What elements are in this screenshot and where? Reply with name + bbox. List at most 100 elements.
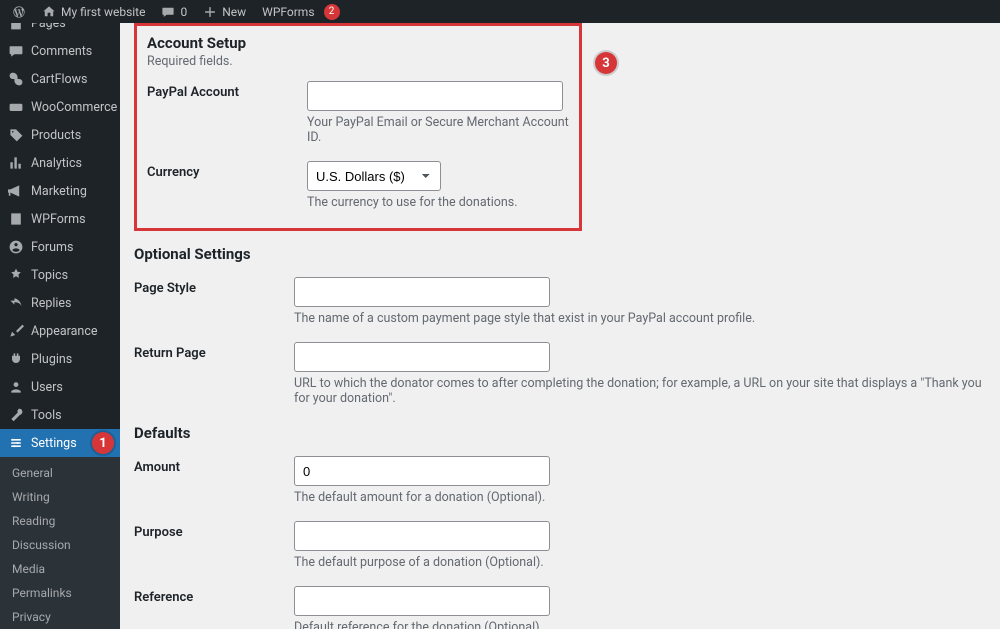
return-page-input[interactable]: [294, 342, 550, 372]
optional-settings-heading: Optional Settings: [134, 245, 982, 263]
topic-icon: [8, 267, 24, 283]
account-setup-section: 3 Account Setup Required fields. PayPal …: [134, 23, 582, 231]
sidebar-item-topics[interactable]: Topics: [0, 261, 120, 289]
page-style-label: Page Style: [134, 265, 294, 330]
sidebar-item-appearance[interactable]: Appearance: [0, 317, 120, 345]
sidebar-item-marketing[interactable]: Marketing: [0, 177, 120, 205]
submenu-discussion[interactable]: Discussion: [0, 533, 120, 557]
sidebar-item-label: Plugins: [31, 352, 72, 367]
required-note: Required fields.: [147, 54, 569, 69]
sidebar-item-analytics[interactable]: Analytics: [0, 149, 120, 177]
megaphone-icon: [8, 183, 24, 199]
cartflows-icon: [8, 71, 24, 87]
plus-icon: [203, 5, 217, 19]
replies-icon: [8, 295, 24, 311]
woo-icon: [8, 99, 24, 115]
sidebar-item-label: Replies: [31, 296, 72, 311]
reference-label: Reference: [134, 574, 294, 629]
sidebar-item-replies[interactable]: Replies: [0, 289, 120, 317]
sidebar-item-label: Forums: [31, 240, 73, 255]
content-wrap: 3 Account Setup Required fields. PayPal …: [120, 23, 1000, 629]
currency-label: Currency: [147, 149, 307, 214]
submenu-permalinks[interactable]: Permalinks: [0, 581, 120, 605]
sidebar-item-label: Analytics: [31, 156, 82, 171]
wpforms-link[interactable]: WPForms 2: [254, 0, 347, 23]
amount-input[interactable]: [294, 456, 550, 486]
currency-desc: The currency to use for the donations.: [307, 195, 569, 210]
paypal-account-desc: Your PayPal Email or Secure Merchant Acc…: [307, 115, 569, 145]
sidebar-item-label: Users: [31, 380, 63, 395]
sidebar-item-label: Products: [31, 128, 81, 143]
settings-icon: [8, 435, 24, 451]
comments-count-label: 0: [180, 5, 187, 19]
callout-3: 3: [595, 52, 617, 74]
purpose-desc: The default purpose of a donation (Optio…: [294, 555, 982, 570]
wordpress-icon: [12, 5, 26, 19]
sidebar-item-label: WPForms: [31, 212, 86, 227]
amount-desc: The default amount for a donation (Optio…: [294, 490, 982, 505]
paypal-account-input[interactable]: [307, 81, 563, 111]
sidebar-item-comments[interactable]: Comments: [0, 37, 120, 65]
submenu-privacy[interactable]: Privacy: [0, 605, 120, 629]
plugin-icon: [8, 351, 24, 367]
forum-icon: [8, 239, 24, 255]
new-content-link[interactable]: New: [195, 0, 254, 23]
wpforms-label: WPForms: [262, 5, 314, 19]
new-content-label: New: [222, 5, 246, 19]
settings-submenu: General Writing Reading Discussion Media…: [0, 457, 120, 629]
comment-icon: [161, 5, 175, 19]
sidebar-item-wpforms[interactable]: WPForms: [0, 205, 120, 233]
sidebar-item-label: Appearance: [31, 324, 98, 339]
sidebar-item-settings[interactable]: Settings 1: [0, 429, 120, 457]
page-style-desc: The name of a custom payment page style …: [294, 311, 982, 326]
page-icon: [8, 23, 24, 31]
sidebar-item-pages[interactable]: Pages: [0, 23, 120, 37]
currency-select[interactable]: U.S. Dollars ($): [307, 161, 441, 191]
account-setup-heading: Account Setup: [147, 34, 569, 52]
users-icon: [8, 379, 24, 395]
sidebar-item-label: Marketing: [31, 184, 87, 199]
callout-1: 1: [92, 432, 114, 454]
wpforms-badge: 2: [324, 4, 340, 20]
tag-icon: [8, 127, 24, 143]
reference-input[interactable]: [294, 586, 550, 616]
chart-icon: [8, 155, 24, 171]
purpose-input[interactable]: [294, 521, 550, 551]
sidebar-item-users[interactable]: Users: [0, 373, 120, 401]
admin-bar: My first website 0 New WPForms 2: [0, 0, 1000, 23]
sidebar-item-label: Settings: [31, 436, 77, 451]
site-name-label: My first website: [61, 5, 145, 19]
comments-link[interactable]: 0: [153, 0, 195, 23]
admin-sidebar: Pages Comments CartFlows WooCommerce Pro…: [0, 23, 120, 629]
sidebar-item-label: Topics: [31, 268, 68, 283]
sidebar-item-woocommerce[interactable]: WooCommerce: [0, 93, 120, 121]
page-style-input[interactable]: [294, 277, 550, 307]
sidebar-item-label: Pages: [31, 23, 66, 31]
sidebar-item-label: Tools: [31, 408, 62, 423]
sidebar-item-label: Comments: [31, 44, 92, 59]
sidebar-item-label: CartFlows: [31, 72, 88, 87]
submenu-reading[interactable]: Reading: [0, 509, 120, 533]
submenu-general[interactable]: General: [0, 461, 120, 485]
sidebar-item-label: WooCommerce: [31, 100, 117, 115]
sidebar-item-plugins[interactable]: Plugins: [0, 345, 120, 373]
return-page-label: Return Page: [134, 330, 294, 410]
tools-icon: [8, 407, 24, 423]
wp-logo[interactable]: [4, 0, 34, 23]
sidebar-item-products[interactable]: Products: [0, 121, 120, 149]
home-icon: [42, 5, 56, 19]
site-name-link[interactable]: My first website: [34, 0, 153, 23]
submenu-media[interactable]: Media: [0, 557, 120, 581]
sidebar-item-tools[interactable]: Tools: [0, 401, 120, 429]
reference-desc: Default reference for the donation (Opti…: [294, 620, 982, 629]
comment-icon: [8, 43, 24, 59]
sidebar-item-cartflows[interactable]: CartFlows: [0, 65, 120, 93]
sidebar-item-forums[interactable]: Forums: [0, 233, 120, 261]
purpose-label: Purpose: [134, 509, 294, 574]
amount-label: Amount: [134, 444, 294, 509]
appearance-icon: [8, 323, 24, 339]
form-icon: [8, 211, 24, 227]
defaults-heading: Defaults: [134, 424, 982, 442]
submenu-writing[interactable]: Writing: [0, 485, 120, 509]
paypal-account-label: PayPal Account: [147, 69, 307, 149]
